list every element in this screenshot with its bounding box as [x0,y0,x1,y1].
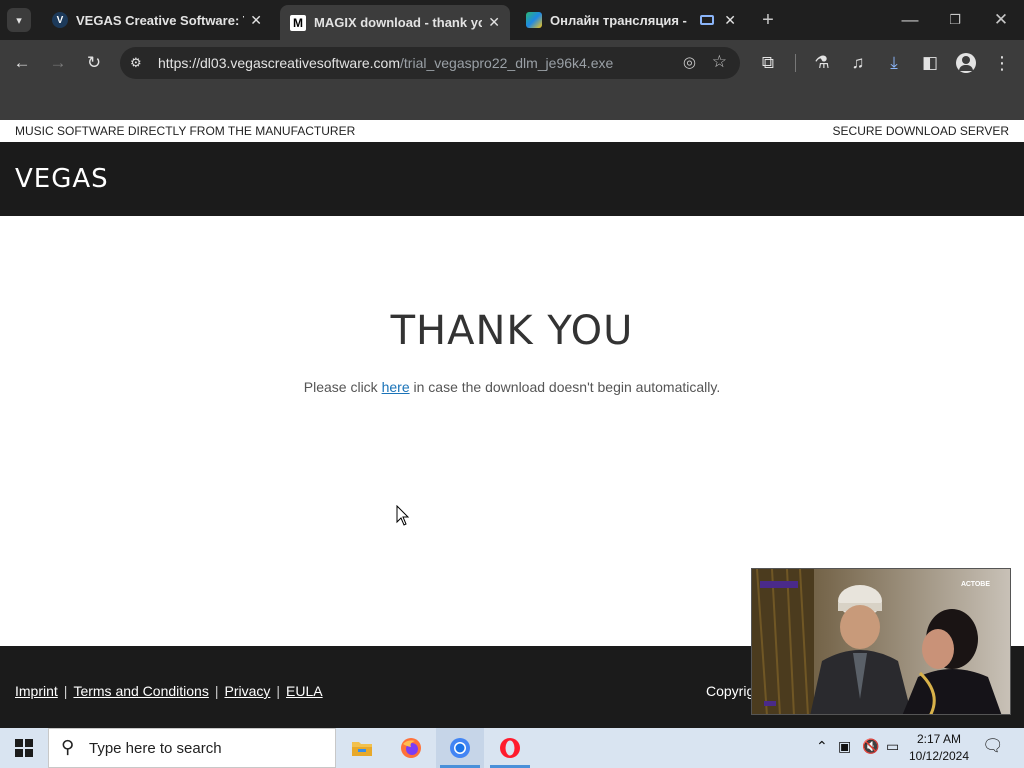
labs-flask-icon[interactable]: ⚗ [810,51,834,75]
back-icon[interactable]: ← [10,51,34,75]
opera-icon [500,738,520,758]
close-window-icon[interactable]: ✕ [989,8,1013,32]
site-header: VEGAS [0,142,1024,216]
firefox-icon [401,738,421,758]
download-here-link[interactable]: here [382,379,410,395]
magix-favicon-icon: M [290,14,306,31]
clock-time: 2:17 AM [916,732,962,746]
minimize-window-icon[interactable]: — [898,8,922,32]
tab-search-chevron-icon[interactable]: ▾ [7,8,31,32]
terms-link[interactable]: Terms and Conditions [73,683,208,699]
browser-tab-strip: ▾ V VEGAS Creative Software: The ✕ M MAG… [0,0,1024,40]
forward-icon[interactable]: → [46,51,70,75]
video-frame [752,569,1010,714]
taskbar-clock[interactable]: 2:17 AM 10/12/2024 [904,731,974,765]
taskbar-opera[interactable] [486,728,534,768]
stream-favicon-icon [526,12,542,28]
vegas-logo[interactable]: VEGAS [15,164,109,194]
link-separator: | [276,683,281,699]
windows-logo-icon [15,739,33,757]
address-bar[interactable]: ⚙ https://dl03.vegascreativesoftware.com… [120,47,740,79]
notifications-icon[interactable]: 🗨 [982,736,1004,756]
taskbar-search-box[interactable]: ⚲ Type here to search [48,728,336,768]
toolbar-divider [795,54,796,72]
tab-title: VEGAS Creative Software: The [76,12,244,28]
browser-toolbar: ← → ↻ ⚙ https://dl03.vegascreativesoftwa… [0,40,1024,86]
tab-vegas-creative[interactable]: V VEGAS Creative Software: The ✕ [42,5,272,35]
picture-in-picture-video[interactable]: АСТОВЕ [751,568,1011,715]
browser-infobar-area [0,86,1024,120]
tab-online-stream[interactable]: Онлайн трансляция - «АС ✕ [516,5,746,35]
bookmark-star-icon[interactable]: ☆ [712,52,727,72]
download-instructions: Please click here in case the download d… [0,379,1024,395]
site-info-icon[interactable]: ⚙ [130,55,142,71]
restore-window-icon[interactable]: ❐ [943,8,967,32]
taskbar-file-explorer[interactable] [338,728,386,768]
more-menu-icon[interactable]: ⋮ [990,51,1014,75]
channel-watermark: АСТОВЕ [960,581,990,588]
page-title: THANK YOU [390,308,634,354]
footer-links: Imprint | Terms and Conditions | Privacy… [15,683,323,699]
profile-avatar-icon[interactable] [954,51,978,75]
volume-muted-icon[interactable]: 🔇 [862,738,879,755]
tab-magix-download[interactable]: M MAGIX download - thank you ✕ [280,5,510,40]
tab-title: Онлайн трансляция - «АС [550,12,690,28]
network-monitor-icon[interactable]: ▣ [838,738,851,755]
search-magnifier-icon: ⚲ [61,737,75,757]
instruction-text-before: Please click [303,379,382,395]
show-hidden-icons-chevron-icon[interactable]: ⌃ [816,738,828,755]
new-tab-plus-icon[interactable]: + [756,8,780,32]
chrome-icon [450,738,470,758]
start-button[interactable] [0,728,48,768]
imprint-link[interactable]: Imprint [15,683,58,699]
windows-taskbar: ⚲ Type here to search ⌃ ▣ 🔇 ▭ 2:17 AM 10… [0,728,1024,768]
link-separator: | [63,683,68,699]
mouse-cursor-icon [396,505,410,526]
instruction-text-after: in case the download doesn't begin autom… [409,379,721,395]
picture-in-picture-icon[interactable] [700,15,714,25]
vegas-favicon-icon: V [52,12,68,28]
eula-link[interactable]: EULA [286,683,323,699]
taskbar-firefox[interactable] [387,728,435,768]
downloads-icon[interactable]: ⤓ [882,51,906,75]
close-tab-icon[interactable]: ✕ [724,12,736,29]
search-placeholder: Type here to search [89,739,222,757]
taskbar-chrome[interactable] [436,728,484,768]
tagline-right: SECURE DOWNLOAD SERVER [832,124,1009,138]
side-panel-icon[interactable]: ◧ [918,51,942,75]
display-icon[interactable]: ▭ [886,738,899,755]
tagline-left: MUSIC SOFTWARE DIRECTLY FROM THE MANUFAC… [15,124,356,138]
close-tab-icon[interactable]: ✕ [250,12,262,29]
site-top-strip: MUSIC SOFTWARE DIRECTLY FROM THE MANUFAC… [0,120,1024,142]
url-host: https://dl03.vegascreativesoftware.com [158,55,401,71]
close-tab-icon[interactable]: ✕ [488,14,500,31]
privacy-link[interactable]: Privacy [224,683,270,699]
clock-date: 10/12/2024 [908,749,970,763]
file-explorer-icon [352,742,372,756]
extensions-puzzle-icon[interactable]: ⧉ [756,51,780,75]
url-path: /trial_vegaspro22_dlm_je96k4.exe [400,55,614,71]
link-separator: | [214,683,219,699]
media-controls-icon[interactable]: ♫ [846,51,870,75]
reload-icon[interactable]: ↻ [82,51,106,75]
copyright-text: Copyrig [706,683,755,699]
tab-title: MAGIX download - thank you [314,15,482,30]
tracking-protection-eye-icon[interactable]: ◎ [683,53,696,71]
